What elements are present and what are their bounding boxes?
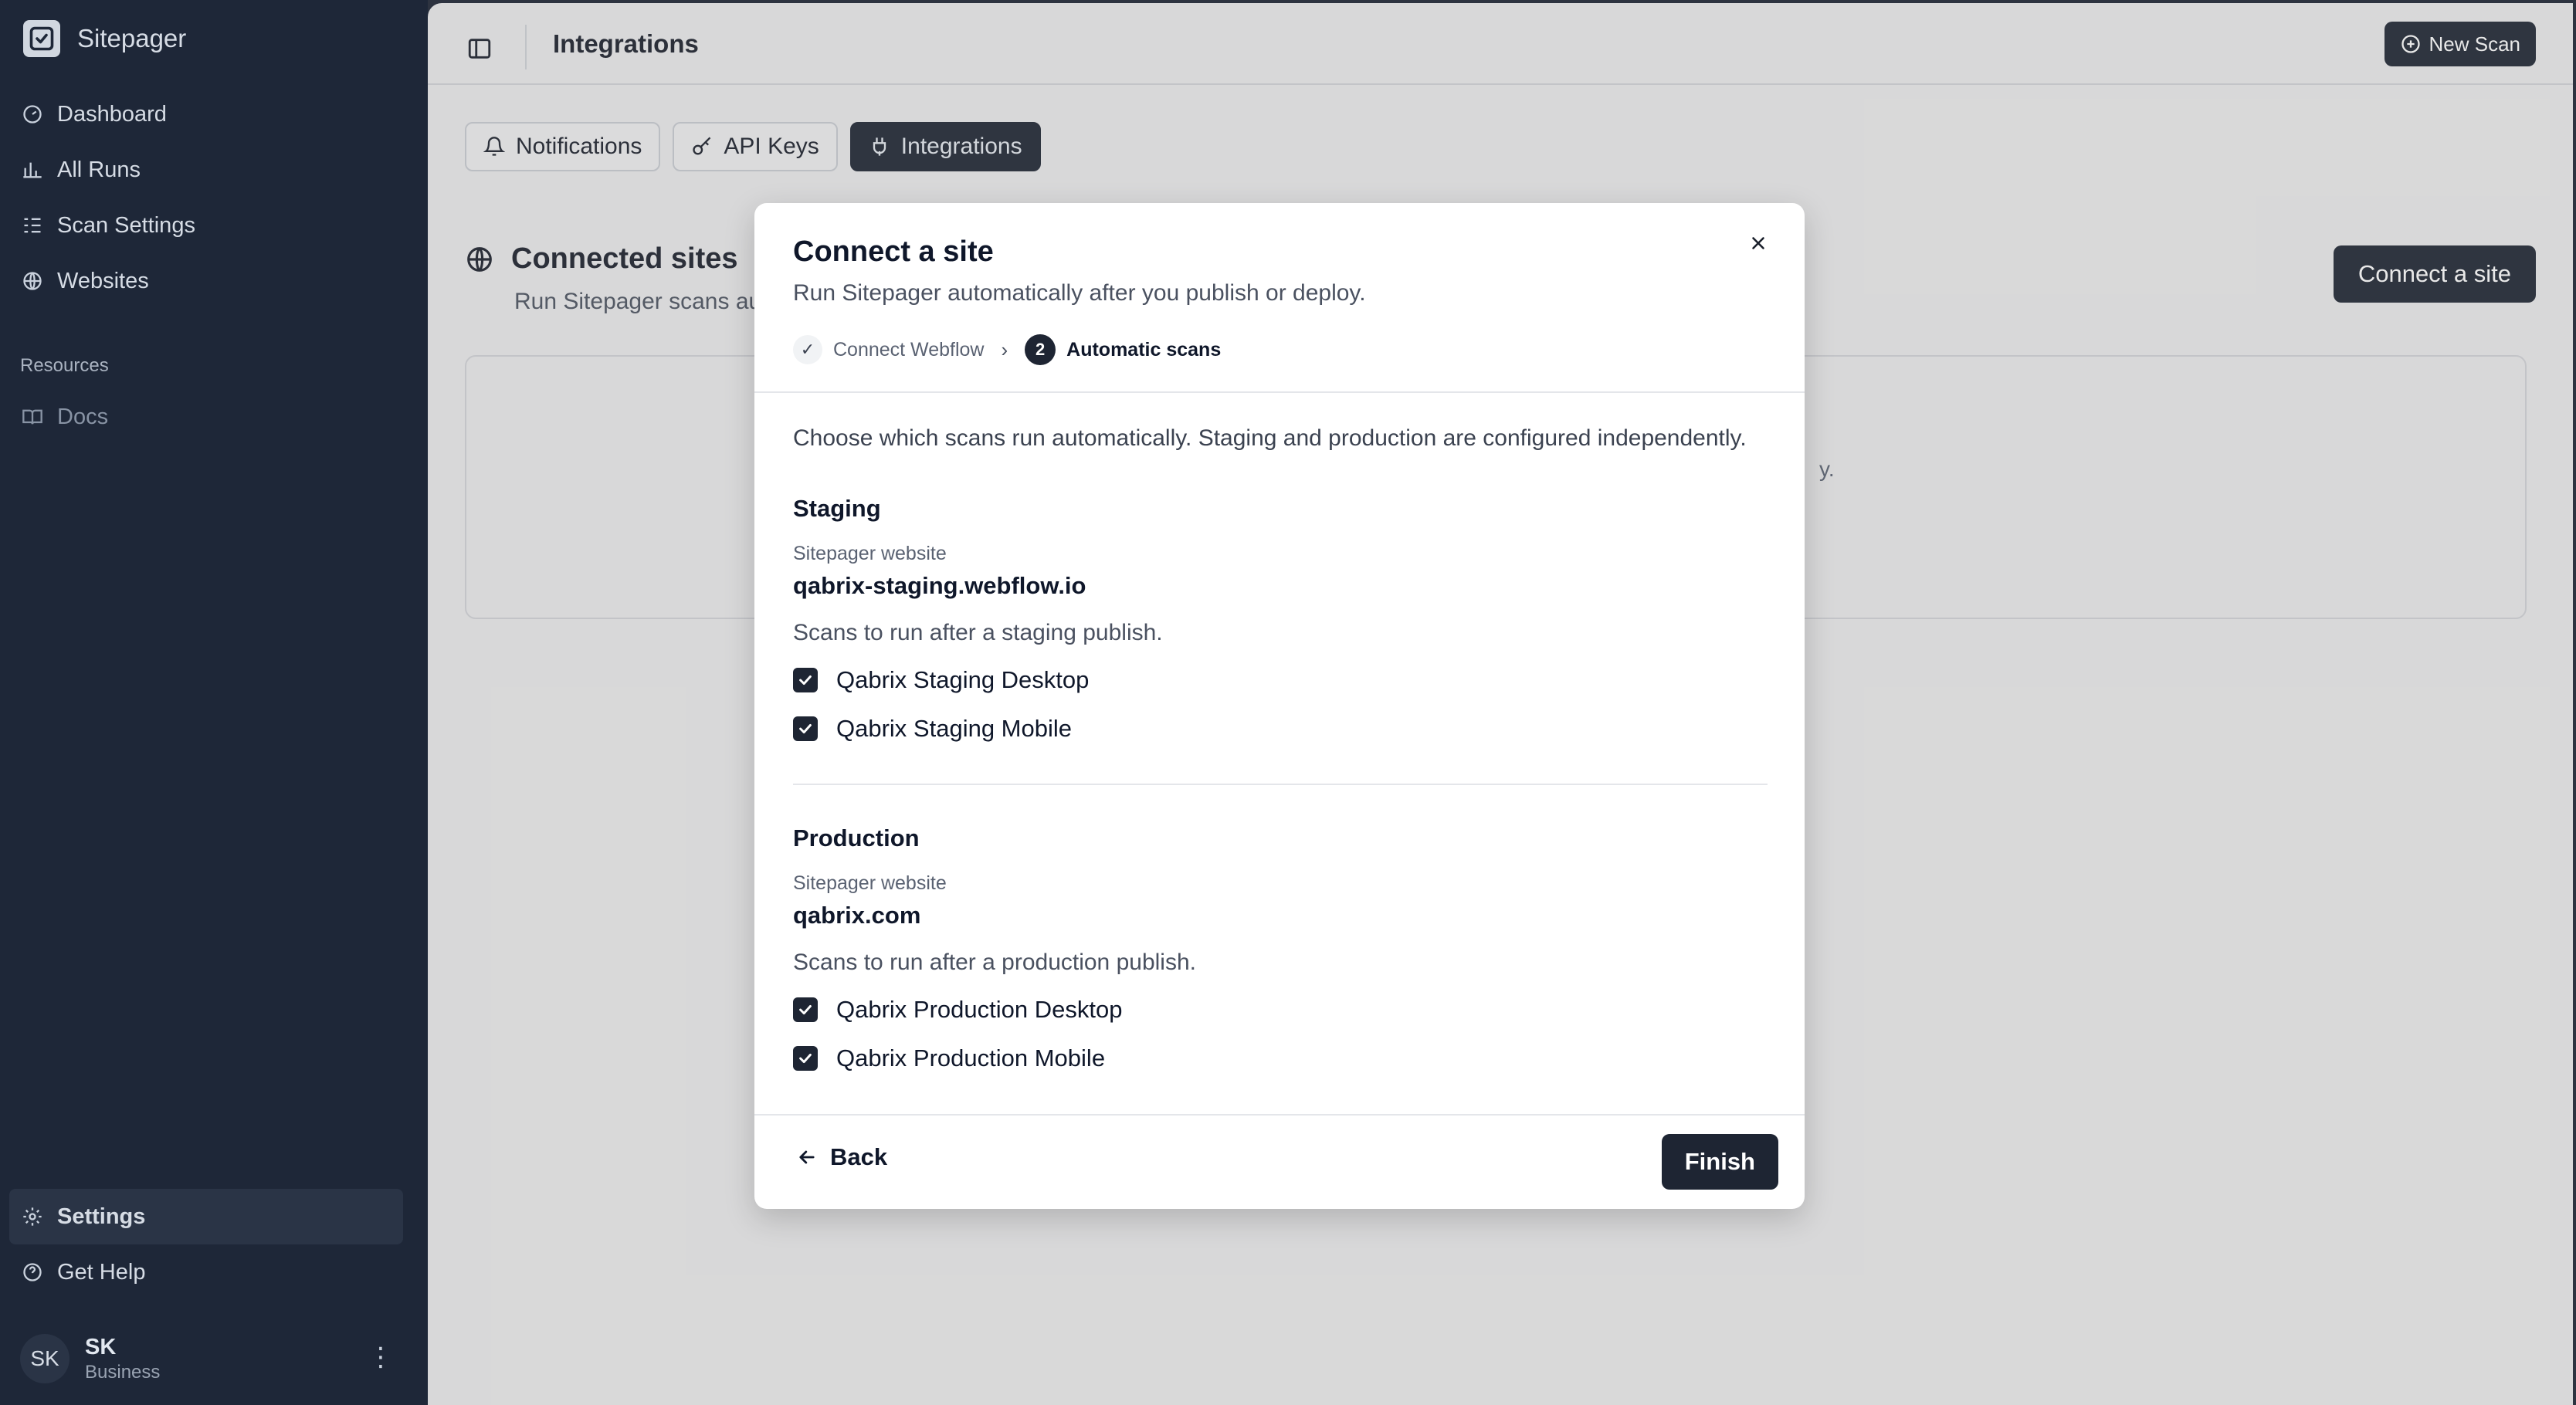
staging-website-label: Sitepager website xyxy=(793,543,947,564)
chevron-right-icon: › xyxy=(1001,337,1008,361)
arrow-left-icon xyxy=(799,1150,815,1164)
book-icon xyxy=(22,409,42,425)
production-title: Production xyxy=(793,824,920,851)
modal-title: Connect a site xyxy=(793,235,994,268)
globe-icon xyxy=(23,272,42,290)
brand-name: Sitepager xyxy=(77,24,187,52)
sidebar-item-label: Scan Settings xyxy=(57,212,195,238)
checkbox-staging-desktop[interactable]: Qabrix Staging Desktop xyxy=(793,666,1089,694)
modal-intro: Choose which scans run automatically. St… xyxy=(793,425,1747,451)
main-nav: Dashboard All Runs Scan Settings Website… xyxy=(9,86,403,309)
production-hint: Scans to run after a production publish. xyxy=(793,950,1196,975)
sidebar-item-scan-settings[interactable]: Scan Settings xyxy=(9,198,403,253)
sidebar-item-label: Dashboard xyxy=(57,101,167,127)
checkbox-checked-icon[interactable] xyxy=(793,1046,818,1071)
step-connect-webflow[interactable]: Connect Webflow xyxy=(833,339,984,361)
user-name: SK xyxy=(85,1334,117,1359)
bottom-nav: Settings Get Help xyxy=(9,1189,403,1300)
back-button[interactable]: Back xyxy=(796,1143,887,1171)
sidebar-item-label: All Runs xyxy=(57,157,141,182)
step-automatic-scans: Automatic scans xyxy=(1066,338,1222,361)
user-account[interactable]: SK SK Business ⋮ xyxy=(20,1328,398,1390)
finish-button[interactable]: Finish xyxy=(1661,1134,1778,1190)
step-number-badge: 2 xyxy=(1025,334,1056,365)
connect-site-modal: Connect a site Run Sitepager automatical… xyxy=(754,203,1805,1209)
avatar: SK xyxy=(20,1334,69,1383)
checkbox-label: Qabrix Production Desktop xyxy=(836,996,1123,1023)
back-label: Back xyxy=(830,1143,888,1170)
bar-chart-icon xyxy=(23,162,42,178)
stepper: ✓ Connect Webflow › 2 Automatic scans xyxy=(793,334,1221,365)
sidebar-item-label: Get Help xyxy=(57,1259,146,1285)
check-icon: ✓ xyxy=(793,335,822,364)
sidebar-item-all-runs[interactable]: All Runs xyxy=(9,142,403,198)
staging-title: Staging xyxy=(793,495,881,522)
close-icon[interactable] xyxy=(1743,228,1774,259)
sidebar-item-websites[interactable]: Websites xyxy=(9,253,403,309)
help-circle-icon xyxy=(23,1263,42,1281)
production-website-value: qabrix.com xyxy=(793,902,921,929)
sidebar: Sitepager Dashboard All Runs Scan Settin… xyxy=(0,0,428,1405)
brand[interactable]: Sitepager xyxy=(23,20,186,57)
checkbox-checked-icon[interactable] xyxy=(793,997,818,1022)
sidebar-item-label: Websites xyxy=(57,268,149,293)
gauge-icon xyxy=(23,105,42,124)
checkbox-production-desktop[interactable]: Qabrix Production Desktop xyxy=(793,996,1122,1024)
checkbox-checked-icon[interactable] xyxy=(793,716,818,741)
sidebar-item-dashboard[interactable]: Dashboard xyxy=(9,86,403,142)
checkbox-staging-mobile[interactable]: Qabrix Staging Mobile xyxy=(793,715,1072,743)
checkbox-production-mobile[interactable]: Qabrix Production Mobile xyxy=(793,1044,1105,1072)
sidebar-item-settings[interactable]: Settings xyxy=(9,1189,403,1244)
user-plan: Business xyxy=(85,1361,161,1383)
divider xyxy=(754,391,1805,393)
list-settings-icon xyxy=(24,218,41,233)
staging-website-value: qabrix-staging.webflow.io xyxy=(793,572,1086,599)
checkbox-label: Qabrix Staging Mobile xyxy=(836,715,1072,742)
checkbox-label: Qabrix Production Mobile xyxy=(836,1044,1106,1072)
sidebar-item-label: Docs xyxy=(57,404,109,429)
sitepager-logo-icon xyxy=(23,20,60,57)
more-vertical-icon[interactable]: ⋮ xyxy=(368,1342,394,1373)
divider xyxy=(793,784,1768,785)
sidebar-item-get-help[interactable]: Get Help xyxy=(9,1244,403,1300)
modal-subtitle: Run Sitepager automatically after you pu… xyxy=(793,280,1366,306)
staging-hint: Scans to run after a staging publish. xyxy=(793,620,1163,645)
divider xyxy=(754,1114,1805,1116)
checkbox-checked-icon[interactable] xyxy=(793,668,818,692)
checkbox-label: Qabrix Staging Desktop xyxy=(836,666,1090,693)
production-website-label: Sitepager website xyxy=(793,872,947,894)
resources-nav: Docs xyxy=(9,389,403,445)
sidebar-item-docs[interactable]: Docs xyxy=(9,389,403,445)
sidebar-item-label: Settings xyxy=(57,1204,146,1229)
resources-label: Resources xyxy=(20,355,109,376)
gear-icon xyxy=(23,1207,42,1226)
